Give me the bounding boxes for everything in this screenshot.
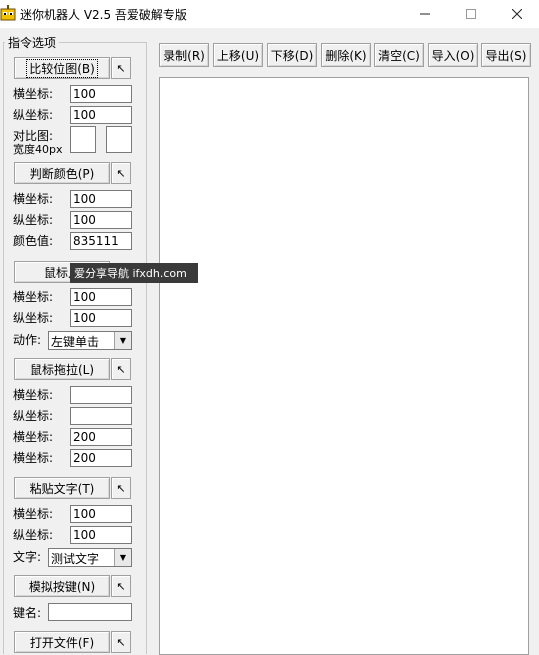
close-icon: [512, 9, 522, 19]
x-coordinate-field[interactable]: 100: [70, 190, 132, 208]
pointer-icon: ↖: [116, 166, 126, 180]
compare-image-box-2[interactable]: [106, 126, 132, 153]
robot-app-icon: [0, 5, 16, 21]
text-dropdown[interactable]: 测试文字 ▼: [48, 548, 132, 567]
x-coordinate-field[interactable]: 100: [70, 85, 132, 103]
y-label: 纵坐标:: [13, 528, 54, 542]
move-up-button[interactable]: 上移(U): [213, 43, 263, 67]
compare-bitmap-button[interactable]: 比较位图(B): [14, 57, 110, 79]
simulate-key-button[interactable]: 模拟按键(N): [14, 575, 110, 597]
export-button[interactable]: 导出(S): [481, 43, 531, 67]
text-selected: 测试文字: [51, 552, 100, 566]
command-list[interactable]: [159, 77, 529, 655]
action-dropdown[interactable]: 左键单击 ▼: [48, 331, 132, 350]
x-label: 横坐标:: [13, 388, 54, 402]
pointer-icon: ↖: [116, 481, 126, 495]
title-bar: 迷你机器人 V2.5 吾爱破解专版: [0, 0, 539, 28]
pointer-icon: ↖: [116, 61, 126, 75]
color-value-label: 颜色值:: [13, 234, 54, 248]
pointer-icon: ↖: [116, 579, 126, 593]
y-coordinate-field[interactable]: 100: [70, 106, 132, 124]
pick-cursor-button[interactable]: ↖: [111, 358, 131, 380]
x-coordinate-field[interactable]: 100: [70, 505, 132, 523]
window-title: 迷你机器人 V2.5 吾爱破解专版: [20, 8, 187, 22]
x-coordinate-field[interactable]: 100: [70, 288, 132, 306]
pointer-icon: ↖: [116, 635, 126, 649]
y-coordinate-field[interactable]: 100: [70, 526, 132, 544]
record-button[interactable]: 录制(R): [159, 43, 209, 67]
x-label: 横坐标:: [13, 290, 54, 304]
drag-start-x-field[interactable]: [70, 386, 132, 404]
x-label: 横坐标:: [13, 451, 54, 465]
move-down-button[interactable]: 下移(D): [267, 43, 317, 67]
judge-color-button[interactable]: 判断颜色(P): [14, 162, 110, 184]
pick-cursor-button[interactable]: ↖: [111, 575, 131, 597]
pointer-icon: ↖: [116, 362, 126, 376]
dropdown-arrow-icon: ▼: [114, 549, 131, 566]
group-title: 指令选项: [5, 34, 60, 51]
compare-width-label: 宽度40px: [13, 143, 63, 156]
x-label: 横坐标:: [13, 87, 54, 101]
y-label: 纵坐标:: [13, 409, 54, 423]
minimize-button[interactable]: [402, 0, 448, 28]
color-value-field[interactable]: 835111: [70, 232, 132, 250]
key-name-field[interactable]: [48, 603, 132, 621]
minimize-icon: [420, 13, 430, 15]
pick-cursor-button[interactable]: ↖: [111, 631, 131, 653]
x-label: 横坐标:: [13, 507, 54, 521]
key-name-label: 键名:: [13, 606, 42, 620]
clear-button[interactable]: 清空(C): [374, 43, 424, 67]
drag-end-x-field[interactable]: 200: [70, 428, 132, 446]
y-coordinate-field[interactable]: 100: [70, 309, 132, 327]
pick-cursor-button[interactable]: ↖: [111, 57, 131, 79]
import-button[interactable]: 导入(O): [428, 43, 478, 67]
y-coordinate-field[interactable]: 100: [70, 211, 132, 229]
mouse-drag-button[interactable]: 鼠标拖拉(L): [14, 358, 110, 380]
compare-image-box-1[interactable]: [70, 126, 96, 153]
watermark: 爱分享导航 ifxdh.com: [70, 263, 198, 283]
y-label: 纵坐标:: [13, 311, 54, 325]
y-label: 纵坐标:: [13, 108, 54, 122]
pick-cursor-button[interactable]: ↖: [111, 477, 131, 499]
text-label: 文字:: [13, 550, 42, 564]
drag-start-y-field[interactable]: [70, 407, 132, 425]
open-file-button[interactable]: 打开文件(F): [14, 631, 110, 653]
x-label: 横坐标:: [13, 430, 54, 444]
pick-cursor-button[interactable]: ↖: [111, 162, 131, 184]
action-label: 动作:: [13, 333, 42, 347]
x-label: 横坐标:: [13, 192, 54, 206]
close-button[interactable]: [494, 0, 539, 28]
maximize-icon: [466, 9, 476, 19]
action-selected: 左键单击: [51, 335, 100, 349]
y-label: 纵坐标:: [13, 213, 54, 227]
delete-button[interactable]: 删除(K): [321, 43, 371, 67]
paste-text-button[interactable]: 粘贴文字(T): [14, 477, 110, 499]
drag-end-y-field[interactable]: 200: [70, 449, 132, 467]
dropdown-arrow-icon: ▼: [114, 332, 131, 349]
maximize-button[interactable]: [448, 0, 494, 28]
